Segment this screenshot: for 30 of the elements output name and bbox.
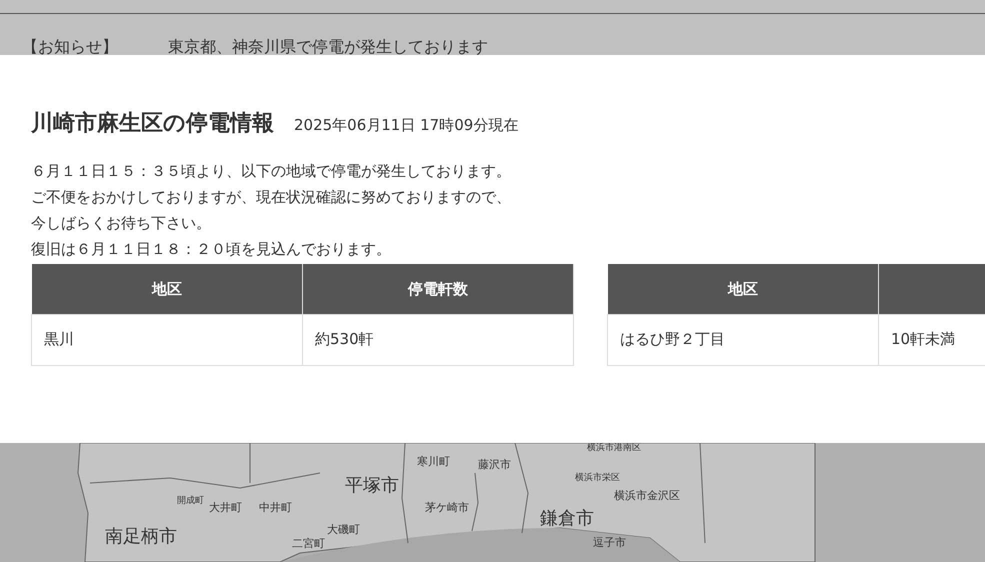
table-cell: はるひ野２丁目 (608, 314, 878, 365)
table-header: 停電軒数 (302, 264, 574, 314)
table-cell: 約530軒 (302, 314, 574, 365)
message-line: ご不便をおかけしておりますが、現在状況確認に努めておりますので、 (31, 187, 512, 208)
message-line: 今しばらくお待ち下さい。 (31, 213, 212, 234)
table-cell: 黒川 (32, 314, 302, 365)
map-label: 逗子市 (593, 537, 626, 548)
map-label: 寒川町 (417, 456, 450, 467)
message-line: ６月１１日１５：３５頃より、以下の地域で停電が発生しております。 (31, 161, 512, 182)
map-label: 二宮町 (292, 538, 325, 549)
table-header: 地区 (32, 264, 302, 314)
map-label: 中井町 (259, 502, 292, 513)
modal-title: 川崎市麻生区の停電情報 (31, 110, 274, 138)
map-label: 鎌倉市 (540, 510, 594, 528)
table-header: 地区 (608, 264, 878, 314)
map-label: 横浜市栄区 (575, 474, 620, 483)
notice-label: 【お知らせ】 (22, 38, 118, 56)
timestamp: 2025年06月11日 17時09分現在 (294, 115, 518, 136)
map-label: 開成町 (177, 497, 204, 506)
table-cell: 10軒未満 (878, 314, 985, 365)
message-line: 復旧は６月１１日１８：２０頃を見込んでおります。 (31, 239, 392, 260)
map-label: 大井町 (209, 502, 242, 513)
map-label: 横浜市金沢区 (614, 490, 680, 501)
map-label: 平塚市 (345, 477, 399, 495)
map-label: 大磯町 (327, 524, 360, 535)
map-label: 茅ケ崎市 (425, 502, 469, 513)
notice-text: 東京都、神奈川県で停電が発生しております (168, 38, 488, 56)
map-label: 南足柄市 (105, 528, 177, 546)
map-label: 藤沢市 (478, 459, 511, 470)
map-label: 横浜市港南区 (587, 444, 641, 453)
